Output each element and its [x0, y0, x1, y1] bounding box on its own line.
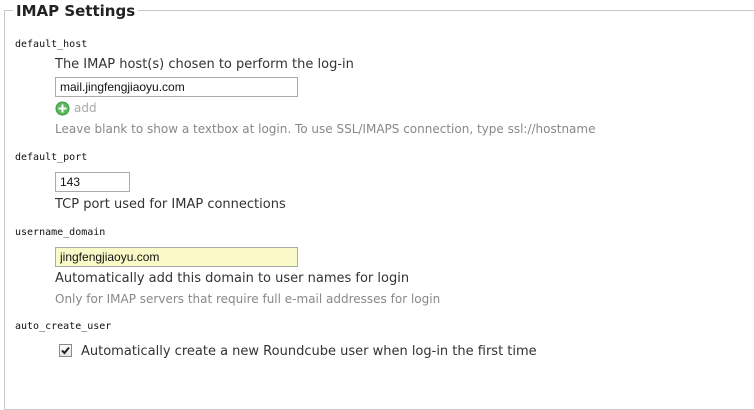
default-host-description: The IMAP host(s) chosen to perform the l…: [55, 57, 354, 72]
default-host-input[interactable]: [55, 77, 298, 97]
username-domain-hint: Only for IMAP servers that require full …: [55, 292, 441, 306]
username-domain-key: username_domain: [15, 227, 106, 238]
add-circle-icon: [55, 101, 70, 116]
checkmark-icon: [61, 346, 70, 355]
default-port-input[interactable]: [55, 172, 130, 192]
default-port-description: TCP port used for IMAP connections: [55, 197, 286, 212]
auto-create-user-label: Automatically create a new Roundcube use…: [81, 344, 537, 359]
add-host-label: add: [74, 100, 97, 115]
add-host-button[interactable]: add: [55, 100, 97, 116]
username-domain-input[interactable]: [55, 247, 298, 267]
default-host-hint: Leave blank to show a textbox at login. …: [55, 122, 596, 136]
imap-settings-title: IMAP Settings: [13, 1, 139, 21]
default-port-key: default_port: [15, 152, 88, 163]
username-domain-description: Automatically add this domain to user na…: [55, 271, 410, 286]
default-host-key: default_host: [15, 39, 88, 50]
auto-create-user-key: auto_create_user: [15, 321, 112, 332]
auto-create-user-checkbox[interactable]: [59, 344, 72, 357]
